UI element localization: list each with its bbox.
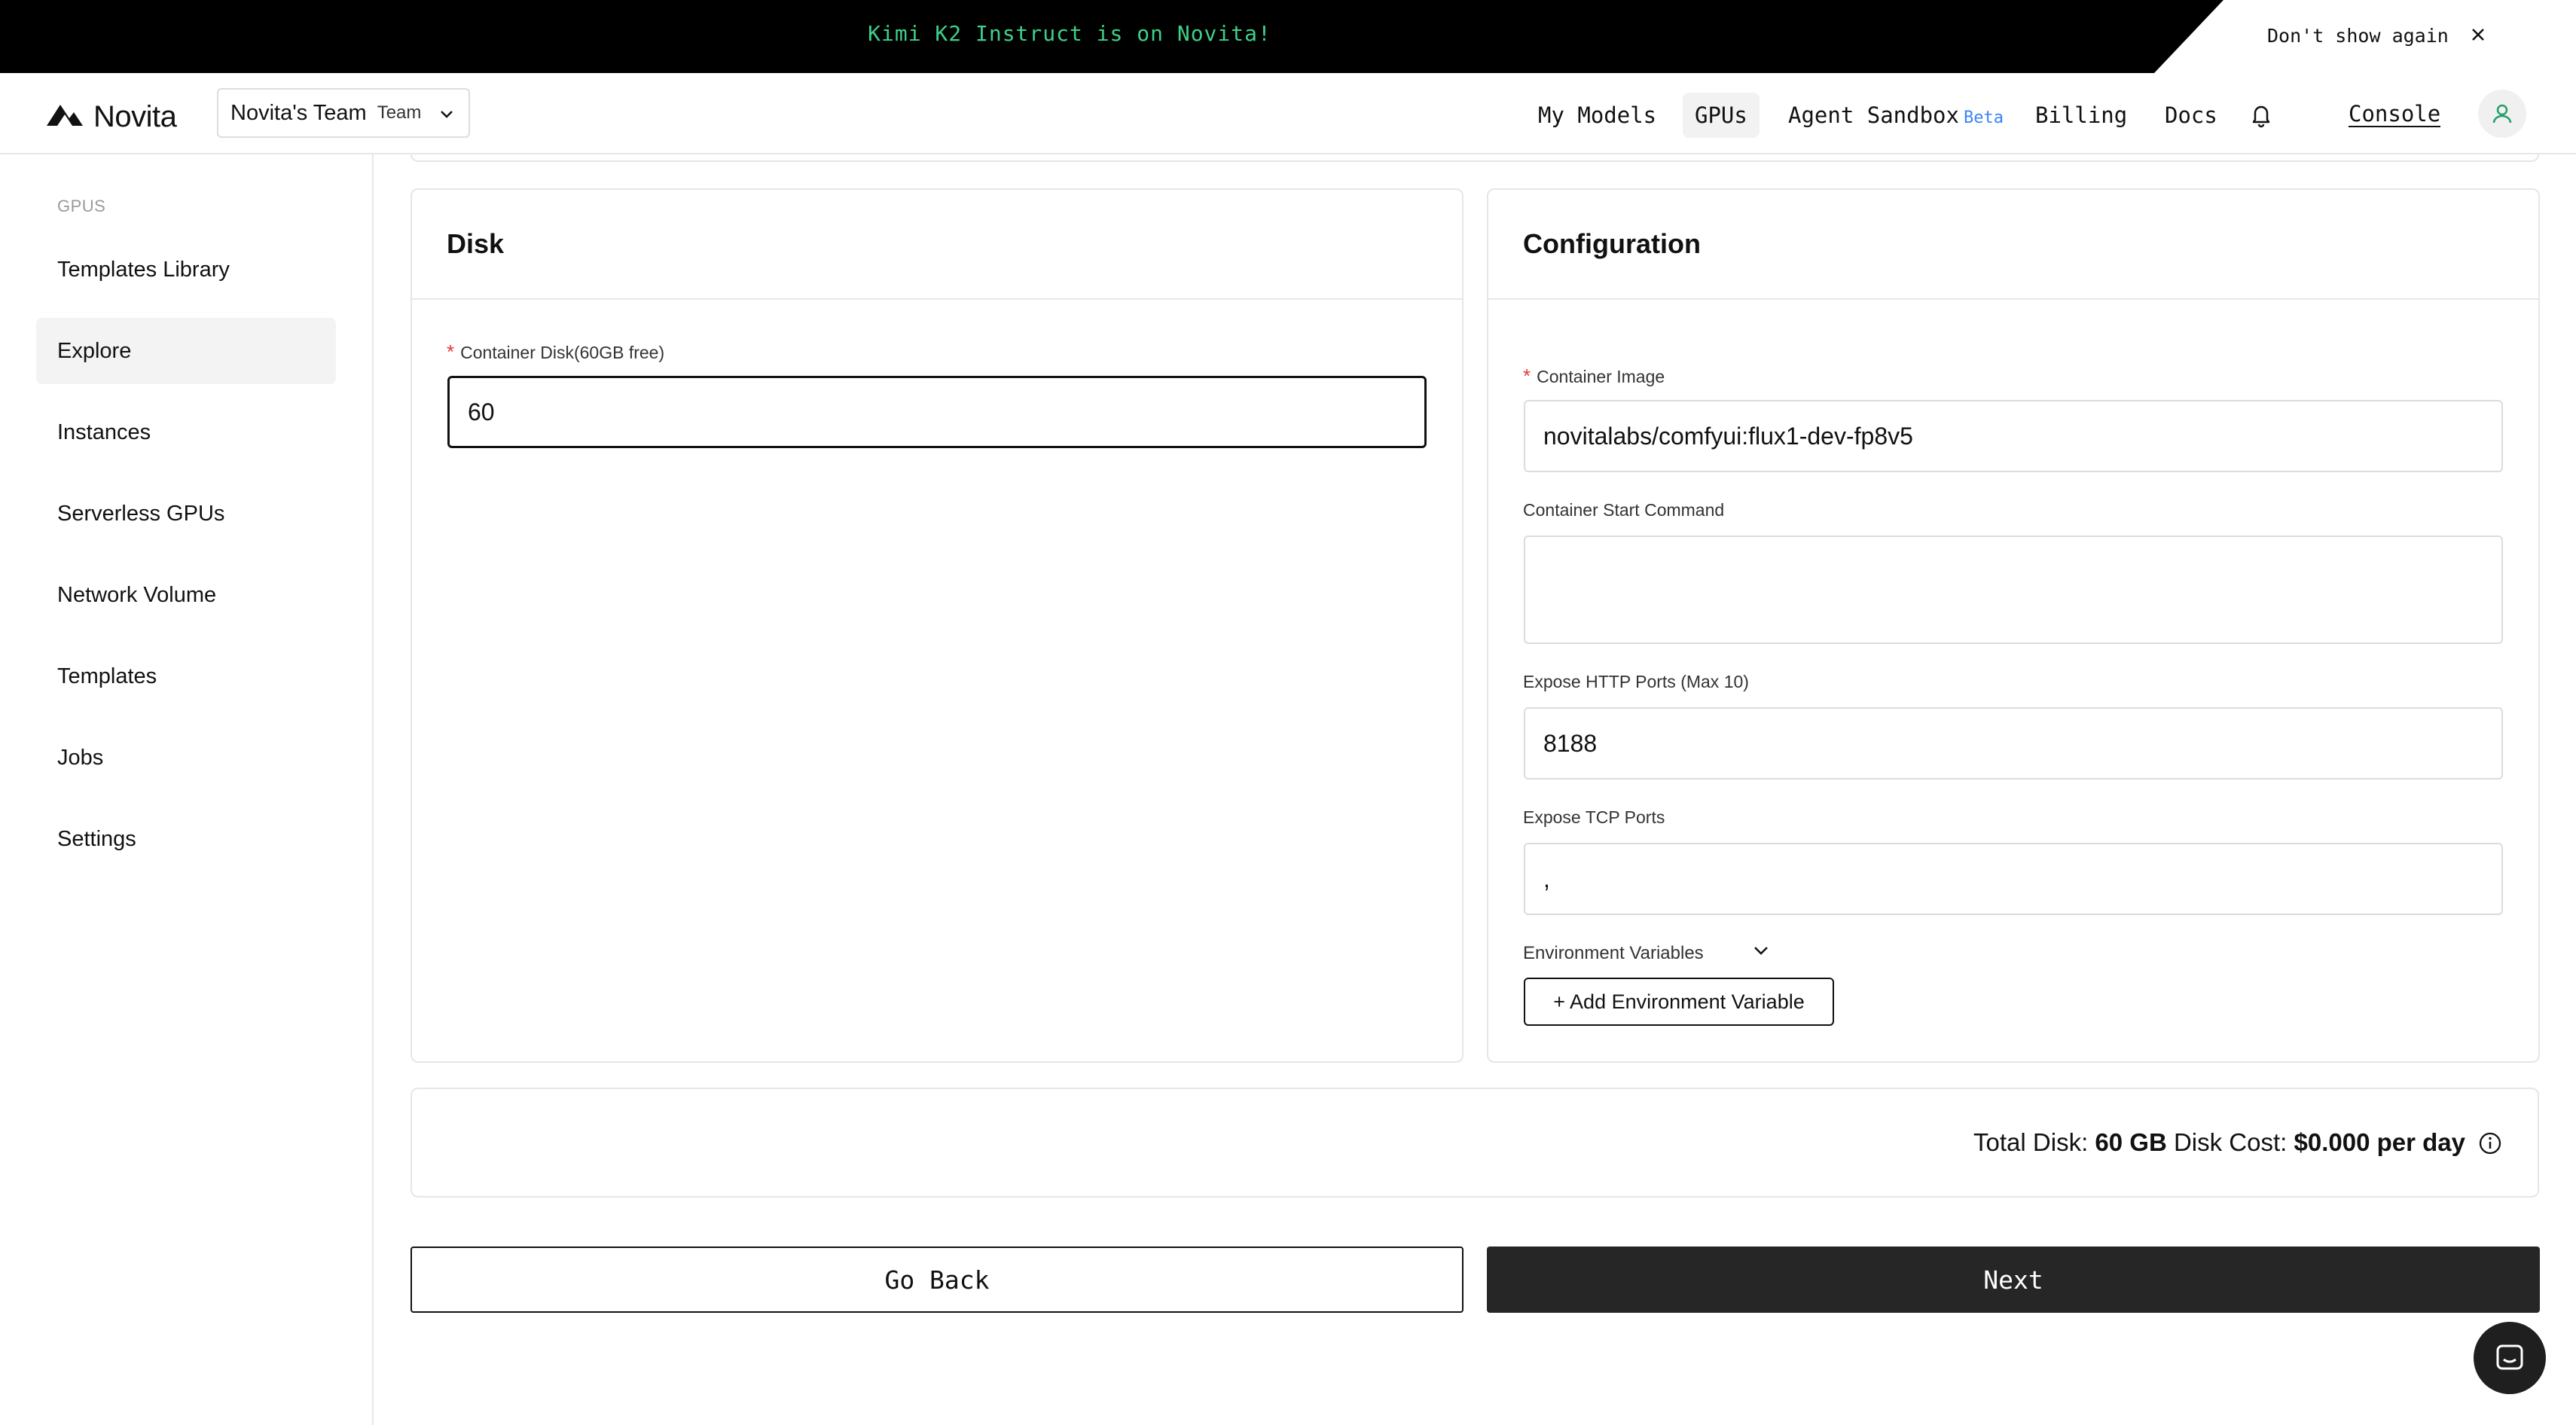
disk-card: Disk * Container Disk(60GB free) 60: [411, 188, 1463, 1063]
container-start-command-label: Container Start Command: [1523, 500, 1725, 520]
team-name: Novita's Team: [230, 100, 367, 125]
dont-show-again-button[interactable]: Don't show again: [2267, 25, 2449, 47]
go-back-button[interactable]: Go Back: [411, 1246, 1463, 1313]
container-start-command-input[interactable]: [1524, 536, 2503, 644]
environment-variables-label: Environment Variables: [1523, 942, 1704, 963]
required-marker: *: [1523, 365, 1531, 387]
container-image-label-text: Container Image: [1537, 367, 1665, 386]
close-icon[interactable]: [2463, 20, 2493, 50]
sidebar-item-serverless-gpus[interactable]: Serverless GPUs: [36, 481, 336, 547]
top-header: Novita Novita's Team Team My Models GPUs…: [0, 73, 2576, 154]
http-ports-label: Expose HTTP Ports (Max 10): [1523, 672, 1749, 691]
user-icon: [2492, 104, 2512, 124]
tcp-ports-input[interactable]: ,: [1524, 843, 2503, 915]
novita-logo-icon: [47, 103, 83, 131]
container-disk-label-text: Container Disk(60GB free): [460, 343, 665, 362]
disk-cost-value: $0.000 per day: [2294, 1128, 2466, 1156]
chat-support-button[interactable]: [2474, 1322, 2546, 1394]
environment-variables-toggle[interactable]: Environment Variables: [1523, 941, 1770, 965]
sidebar-item-instances[interactable]: Instances: [36, 399, 336, 465]
add-environment-variable-button[interactable]: + Add Environment Variable: [1524, 978, 1834, 1026]
http-ports-input[interactable]: 8188: [1524, 707, 2503, 780]
tcp-ports-label: Expose TCP Ports: [1523, 807, 1665, 827]
sidebar-item-templates[interactable]: Templates: [36, 643, 336, 709]
sidebar-section-title: GPUS: [57, 197, 106, 215]
info-icon[interactable]: [2477, 1131, 2503, 1160]
chevron-down-icon: [1752, 941, 1770, 965]
container-disk-input[interactable]: 60: [447, 376, 1427, 448]
logo[interactable]: Novita: [47, 100, 177, 134]
user-avatar[interactable]: [2478, 90, 2526, 138]
configuration-card: Configuration * Container Image novitalab…: [1487, 188, 2540, 1063]
announcement-banner: Kimi K2 Instruct is on Novita! Don't sho…: [0, 0, 2576, 73]
required-marker: *: [447, 340, 455, 363]
previous-card-edge: [411, 154, 2539, 162]
sidebar-item-settings[interactable]: Settings: [36, 806, 336, 872]
nav-docs[interactable]: Docs: [2153, 93, 2230, 138]
sidebar-item-network-volume[interactable]: Network Volume: [36, 562, 336, 628]
nav-agent-sandbox-label: Agent Sandbox: [1788, 102, 1959, 128]
bell-icon[interactable]: [2246, 99, 2276, 133]
container-disk-label: * Container Disk(60GB free): [447, 340, 664, 364]
container-image-label: * Container Image: [1523, 365, 1665, 388]
disk-cost-label: Disk Cost:: [2173, 1128, 2288, 1156]
chat-icon: [2496, 1344, 2523, 1370]
team-selector[interactable]: Novita's Team Team: [217, 88, 470, 138]
beta-badge: Beta: [1963, 108, 2004, 127]
container-image-input[interactable]: novitalabs/comfyui:flux1-dev-fp8v5: [1524, 400, 2503, 472]
cost-summary: Total Disk: 60 GB Disk Cost: $0.000 per …: [411, 1088, 2539, 1198]
nav-billing[interactable]: Billing: [2023, 93, 2139, 138]
banner-message[interactable]: Kimi K2 Instruct is on Novita!: [868, 21, 1271, 46]
logo-text: Novita: [93, 100, 177, 133]
configuration-card-title: Configuration: [1488, 190, 2538, 300]
disk-card-title: Disk: [412, 190, 1462, 300]
sidebar-item-jobs[interactable]: Jobs: [36, 725, 336, 791]
nav-my-models[interactable]: My Models: [1526, 93, 1668, 138]
team-tag: Team: [377, 102, 422, 123]
next-button[interactable]: Next: [1487, 1246, 2540, 1313]
total-disk-label: Total Disk:: [1973, 1128, 2089, 1156]
console-link[interactable]: Console: [2349, 102, 2441, 127]
chevron-down-icon: [438, 106, 455, 127]
summary-text: Total Disk: 60 GB Disk Cost: $0.000 per …: [1973, 1128, 2465, 1157]
nav-agent-sandbox[interactable]: Agent Sandbox Beta: [1776, 93, 2016, 138]
total-disk-value: 60 GB: [2095, 1128, 2167, 1156]
sidebar-item-explore[interactable]: Explore: [36, 318, 336, 384]
sidebar: GPUS Templates Library Explore Instances…: [0, 154, 374, 1425]
sidebar-item-templates-library[interactable]: Templates Library: [36, 236, 336, 303]
nav-gpus[interactable]: GPUs: [1683, 93, 1760, 138]
